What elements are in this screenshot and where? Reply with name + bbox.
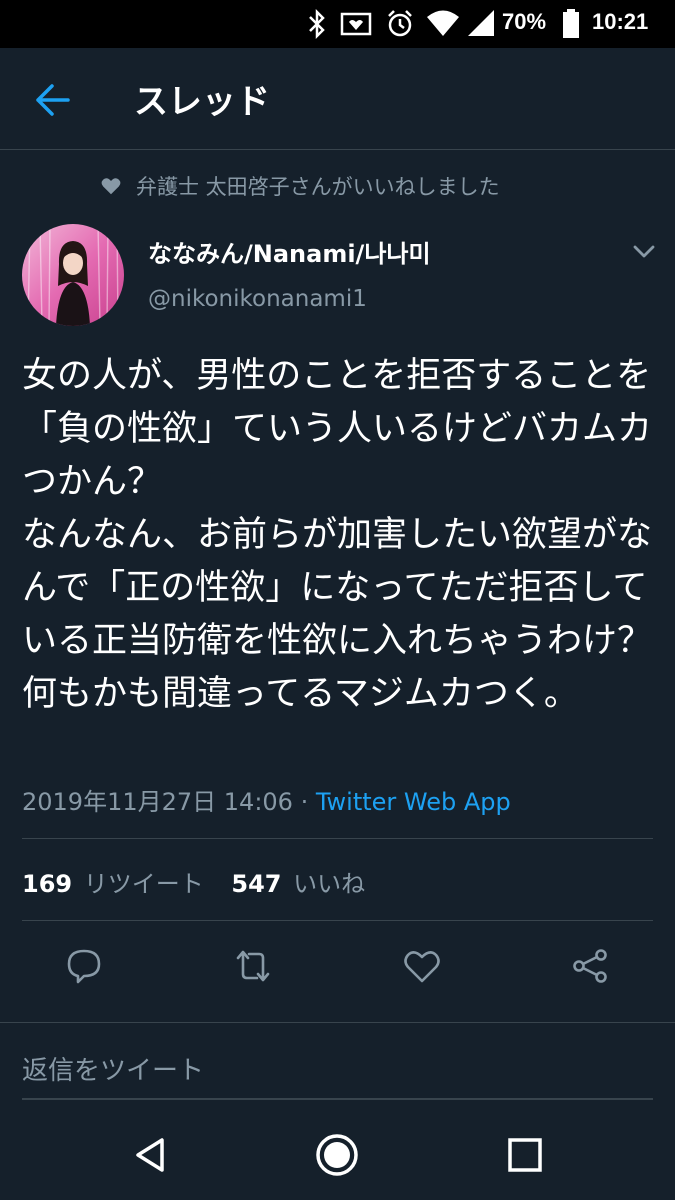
heart-icon <box>101 178 121 195</box>
tweet-stats: 169 リツイート 547 いいね <box>22 864 365 899</box>
avatar-image <box>22 224 124 326</box>
like-count[interactable]: 547 <box>231 870 281 898</box>
divider <box>22 838 653 839</box>
avatar[interactable] <box>22 224 124 326</box>
reply-icon[interactable] <box>64 946 104 986</box>
reply-placeholder: 返信をツイート <box>22 1056 205 1086</box>
like-icon[interactable] <box>402 946 442 986</box>
alarm-icon <box>388 10 412 37</box>
retweet-label[interactable]: リツイート <box>84 870 204 898</box>
retweet-count[interactable]: 169 <box>22 870 72 898</box>
page-title: スレッド <box>134 82 270 122</box>
wifi-icon <box>427 10 459 36</box>
divider <box>22 920 653 921</box>
reply-input[interactable]: 返信をツイート <box>22 1040 653 1100</box>
system-nav-bar <box>0 1110 675 1200</box>
tweet-text: 女の人が、男性のことを拒否することを「負の性欲」ていう人いるけどバカムカつかん？… <box>22 356 653 714</box>
bluetooth-icon <box>309 8 325 40</box>
share-icon[interactable] <box>570 946 610 986</box>
author-handle[interactable]: @nikonikonanami1 <box>148 286 367 312</box>
meta-separator: · <box>292 788 316 816</box>
tweet-source[interactable]: Twitter Web App <box>316 788 511 816</box>
battery-icon <box>563 9 579 38</box>
chevron-down-icon[interactable] <box>628 238 660 266</box>
like-label[interactable]: いいね <box>293 870 365 898</box>
tweet-timestamp[interactable]: 2019年11月27日 14:06 <box>22 788 293 816</box>
app-header: スレッド <box>0 48 675 150</box>
liked-by-context[interactable]: 弁護士 太田啓子さんがいいねしました <box>100 172 500 200</box>
signal-icon <box>468 10 494 36</box>
divider <box>0 1022 675 1023</box>
status-bar: 70% 10:21 <box>0 0 675 48</box>
recents-square-icon[interactable] <box>502 1132 548 1178</box>
home-circle-icon[interactable] <box>314 1132 360 1178</box>
battery-percent: 70% <box>502 9 547 34</box>
clock: 10:21 <box>592 9 649 34</box>
nfc-icon <box>340 12 372 36</box>
liked-by-text: 弁護士 太田啓子さんがいいねしました <box>136 175 500 199</box>
retweet-icon[interactable] <box>233 946 273 986</box>
back-arrow-icon[interactable] <box>30 78 74 122</box>
author-display-name[interactable]: ななみん/Nanami/나나미 <box>148 234 431 269</box>
tweet-meta: 2019年11月27日 14:06 · Twitter Web App <box>22 782 511 817</box>
back-triangle-icon[interactable] <box>128 1132 174 1178</box>
